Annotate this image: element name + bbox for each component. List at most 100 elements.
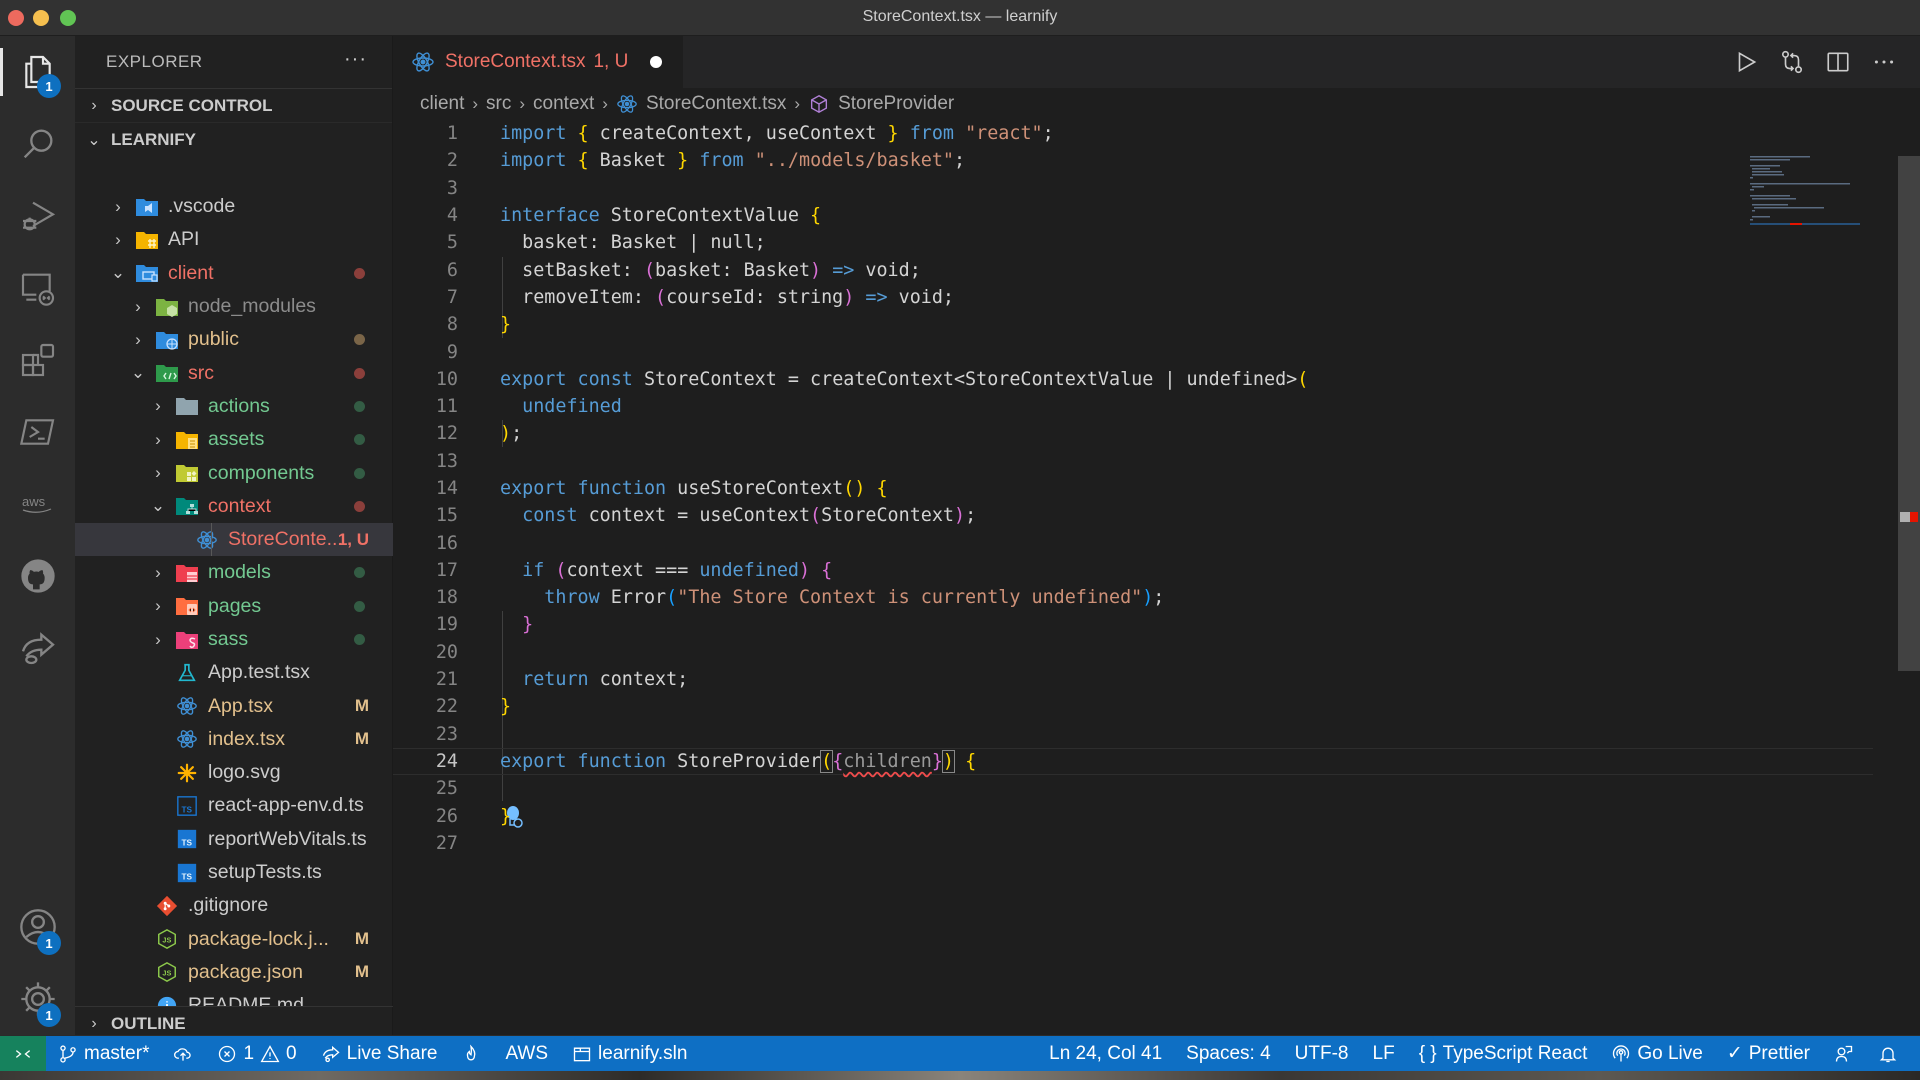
aws-button[interactable]: AWS [493,1043,560,1065]
tree-file-logo-svg[interactable]: logo.svg [75,756,393,789]
tree-file--gitignore[interactable]: .gitignore [75,889,393,922]
tab-storecontext[interactable]: StoreContext.tsx 1, U [393,36,683,88]
chevron-right-icon[interactable]: › [128,330,148,350]
tree-folder-client[interactable]: ⌄ client [75,257,393,290]
code-line[interactable]: 6 setBasket: (basket: Basket) => void; [393,256,1873,283]
solution-button[interactable]: learnify.sln [560,1043,699,1065]
chevron-right-icon[interactable]: › [148,396,168,416]
prettier-button[interactable]: ✓ Prettier [1715,1042,1822,1065]
tree-file-reportwebvitals-ts[interactable]: TS reportWebVitals.ts [75,823,393,856]
breadcrumb-item[interactable]: StoreProvider [838,93,954,115]
tree-folder-api[interactable]: › API [75,223,393,256]
remote-indicator-button[interactable] [0,1036,46,1071]
breadcrumb-item[interactable]: client [420,93,464,115]
problems-indicator[interactable]: 1 0 [205,1043,308,1065]
chevron-right-icon[interactable]: › [108,230,128,250]
activity-remote-explorer[interactable] [0,252,75,324]
code-line[interactable]: 16 [393,529,1873,556]
chevron-right-icon[interactable]: › [148,630,168,650]
minimap[interactable] [1750,156,1860,226]
activity-live-share[interactable] [0,612,75,684]
chevron-right-icon[interactable]: › [108,197,128,217]
code-line[interactable]: 14 export function useStoreContext() { [393,475,1873,502]
encoding[interactable]: UTF-8 [1283,1043,1361,1065]
code-line[interactable]: 13 [393,448,1873,475]
code-line[interactable]: 7 removeItem: (courseId: string) => void… [393,284,1873,311]
sync-button[interactable] [161,1044,205,1064]
activity-github[interactable] [0,540,75,612]
code-editor[interactable]: 1 import { createContext, useContext } fr… [393,120,1873,857]
activity-aws[interactable]: aws [0,468,75,540]
branch-indicator[interactable]: master* [46,1043,161,1065]
activity-run-debug[interactable] [0,180,75,252]
activity-explorer[interactable]: 1 [0,36,75,108]
code-line[interactable]: 19 } [393,611,1873,638]
explorer-more-actions-button[interactable]: ··· [344,48,367,71]
tree-file-app-test-tsx[interactable]: App.test.tsx [75,656,393,689]
code-line[interactable]: 3 [393,175,1873,202]
code-line[interactable]: 27 [393,830,1873,857]
breadcrumb-item[interactable]: context [533,93,594,115]
chevron-right-icon[interactable]: › [148,563,168,583]
cursor-position[interactable]: Ln 24, Col 41 [1037,1043,1174,1065]
tree-folder-components[interactable]: › components [75,456,393,489]
code-line[interactable]: 8} [393,311,1873,338]
code-line[interactable]: 1 import { createContext, useContext } fr… [393,120,1873,147]
code-line[interactable]: 20 [393,639,1873,666]
tree-folder-context[interactable]: ⌄ context [75,490,393,523]
code-line[interactable]: 17 if (context === undefined) { [393,557,1873,584]
code-line[interactable]: 12); [393,420,1873,447]
tree-folder-pages[interactable]: › pages [75,590,393,623]
vertical-scrollbar[interactable] [1898,156,1920,671]
end-of-line[interactable]: LF [1361,1043,1407,1065]
tree-file-storeconte-[interactable]: StoreConte... 1, U [75,522,393,557]
tree-folder-models[interactable]: › models [75,556,393,589]
chevron-right-icon[interactable]: › [128,297,148,317]
tree-folder-node-modules[interactable]: › node_modules [75,290,393,323]
tree-folder-assets[interactable]: › assets [75,423,393,456]
unsaved-dot-icon[interactable] [650,56,663,68]
breadcrumb-item[interactable]: src [486,93,511,115]
code-line[interactable]: 4 interface StoreContextValue { [393,202,1873,229]
code-line[interactable]: 24 export function StoreProvider({childre… [393,748,1873,775]
tree-folder-actions[interactable]: › actions [75,390,393,423]
feedback-button[interactable] [1822,1044,1866,1064]
tree-file-setuptests-ts[interactable]: TS setupTests.ts [75,856,393,889]
workspace-section[interactable]: ⌄ LEARNIFY [75,122,392,156]
code-line[interactable]: 5 basket: Basket | null; [393,229,1873,256]
tree-file-react-app-env-d-ts[interactable]: TS react-app-env.d.ts [75,789,393,822]
chevron-right-icon[interactable]: › [148,596,168,616]
code-line[interactable]: 11 undefined [393,393,1873,420]
outline-section[interactable]: › OUTLINE [75,1006,393,1040]
chevron-down-icon[interactable]: ⌄ [128,363,148,383]
indentation[interactable]: Spaces: 4 [1174,1043,1283,1065]
run-button[interactable] [1732,48,1760,76]
code-line[interactable]: 25 [393,775,1873,802]
activity-search[interactable] [0,108,75,180]
live-share-button[interactable]: Live Share [309,1043,450,1065]
tree-file-app-tsx[interactable]: App.tsx M [75,689,393,722]
code-line[interactable]: 15 const context = useContext(StoreConte… [393,502,1873,529]
activity-manage[interactable]: 1 [0,963,75,1035]
tree-folder--vscode[interactable]: › .vscode [75,190,393,223]
chevron-right-icon[interactable]: › [148,430,168,450]
split-editor-button[interactable] [1824,48,1852,76]
language-mode[interactable]: { } TypeScript React [1407,1043,1600,1065]
code-line[interactable]: 21 return context; [393,666,1873,693]
flame-button[interactable] [449,1043,493,1064]
go-live-button[interactable]: Go Live [1599,1043,1714,1065]
tree-folder-src[interactable]: ⌄ src [75,356,393,389]
code-line[interactable]: 26} [393,802,1873,829]
tree-file-package-lock-j-[interactable]: JS package-lock.j... M [75,923,393,956]
chevron-down-icon[interactable]: ⌄ [108,263,128,283]
chevron-down-icon[interactable]: ⌄ [148,496,168,516]
code-line[interactable]: 9 [393,338,1873,365]
source-control-section[interactable]: › SOURCE CONTROL [75,88,392,122]
notifications-button[interactable] [1866,1044,1910,1064]
tree-file-readme-md[interactable]: README.md [75,989,393,1006]
more-actions-button[interactable] [1870,48,1898,76]
activity-extensions[interactable] [0,324,75,396]
tree-folder-sass[interactable]: › sass [75,623,393,656]
code-line[interactable]: 23 [393,721,1873,748]
tree-folder-public[interactable]: › public [75,323,393,356]
